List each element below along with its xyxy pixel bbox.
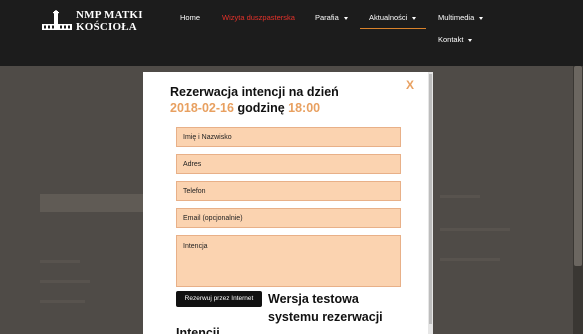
title-prefix: Rezerwacja intencji na dzień <box>170 85 339 99</box>
nav-parafia[interactable]: Parafia <box>315 13 348 22</box>
background-line <box>40 280 90 283</box>
background-line <box>40 300 85 303</box>
title-time: 18:00 <box>288 101 321 115</box>
logo-line-2: KOŚCIOŁA <box>76 21 137 33</box>
email-field[interactable]: Email (opcjonalnie) <box>176 208 401 228</box>
logo-text: NMP MATKI KOŚCIOŁA <box>76 9 143 33</box>
modal-title: Rezerwacja intencji na dzień 2018-02-16 … <box>170 84 370 116</box>
nav-home[interactable]: Home <box>180 13 200 22</box>
nav-multimedia[interactable]: Multimedia <box>438 13 484 22</box>
nav-kontakt[interactable]: Kontakt <box>438 35 473 44</box>
background-line <box>40 260 80 263</box>
chevron-down-icon <box>468 38 473 42</box>
chevron-down-icon <box>343 16 348 20</box>
church-logo-icon <box>42 10 72 30</box>
page-scrollbar-thumb[interactable] <box>574 66 582 266</box>
nav-wizyta[interactable]: Wizyta duszpasterska <box>222 13 295 22</box>
phone-field[interactable]: Telefon <box>176 181 401 201</box>
intention-textarea[interactable]: Intencja <box>176 235 401 287</box>
logo-line-1: NMP MATKI <box>76 9 143 21</box>
nav-multimedia-label: Multimedia <box>438 13 475 22</box>
chevron-down-icon <box>479 16 484 20</box>
title-mid: godzinę <box>237 101 285 115</box>
background-line <box>440 258 500 261</box>
nav-aktualnosci[interactable]: Aktualności <box>369 13 417 22</box>
background-line <box>440 195 480 198</box>
address-field[interactable]: Adres <box>176 154 401 174</box>
nav-active-underline <box>360 28 426 29</box>
nav-parafia-label: Parafia <box>315 13 339 22</box>
site-logo[interactable]: NMP MATKI KOŚCIOŁA <box>40 8 150 38</box>
title-date: 2018-02-16 <box>170 101 234 115</box>
background-line <box>440 228 510 231</box>
nav-kontakt-label: Kontakt <box>438 35 464 44</box>
modal-scrollbar-thumb[interactable] <box>429 74 432 324</box>
close-modal-button[interactable]: X <box>406 78 414 92</box>
background-block <box>40 194 150 212</box>
chevron-down-icon <box>412 16 417 20</box>
nav-aktualnosci-label: Aktualności <box>369 13 408 22</box>
beta-notice: Wersja testowa systemu rezerwacji <box>268 292 383 324</box>
submit-reservation-button[interactable]: Rezerwuj przez Internet <box>176 291 262 307</box>
beta-notice-continued: Intencji <box>176 326 220 334</box>
name-field[interactable]: Imię i Nazwisko <box>176 127 401 147</box>
site-header: NMP MATKI KOŚCIOŁA Home Wizyta duszpaste… <box>0 0 583 66</box>
